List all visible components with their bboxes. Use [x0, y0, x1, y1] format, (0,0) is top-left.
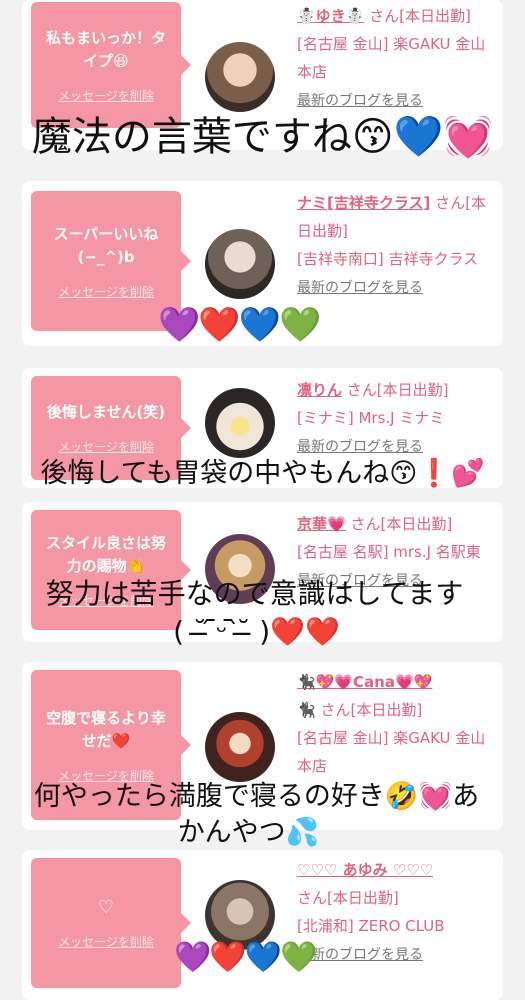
cast-name-link[interactable]: 凛りん	[297, 381, 342, 399]
cast-info: ♡♡♡ あゆみ ♡♡♡ さん[本日出勤] [北浦和] ZERO CLUB 最新の…	[297, 856, 497, 969]
blog-link[interactable]: 最新のブログを見る	[297, 947, 423, 963]
hearts-overlay: 💜❤️💙💚	[158, 305, 321, 345]
cast-info: ナミ[吉祥寺クラス] さん[本日出勤] [吉祥寺南口] 吉祥寺クラス 最新のブロ…	[297, 189, 497, 302]
message-text: 空腹で寝るより幸せだ❤️	[46, 708, 166, 750]
shop-name[interactable]: [名古屋 金山] 楽GAKU 金山本店	[297, 729, 485, 775]
shop-name[interactable]: [名古屋 金山] 楽GAKU 金山本店	[297, 35, 485, 81]
message-text: スタイル良さは努力の賜物👏	[45, 533, 166, 575]
caption-overlay: かんやつ💦	[177, 817, 320, 848]
delete-message-link[interactable]: メッセージを削除	[58, 87, 154, 104]
avatar[interactable]	[205, 712, 275, 782]
cast-name-suffix: 🐈‍⬛	[297, 701, 316, 719]
shop-name[interactable]: [北浦和] ZERO CLUB	[297, 917, 445, 935]
cast-status: さん[本日出勤]	[346, 381, 449, 399]
hearts-overlay: 💜❤️💙💚	[174, 940, 317, 975]
cast-status: さん[本日出勤]	[350, 515, 453, 533]
blog-link[interactable]: 最新のブログを見る	[297, 93, 423, 109]
avatar[interactable]	[205, 388, 275, 458]
message-text: 私もまいっか！タイプ😆	[45, 28, 166, 70]
cast-name-link[interactable]: 🐈‍⬛💖💗Cana💗💖	[297, 673, 432, 691]
delete-message-link[interactable]: メッセージを削除	[58, 933, 154, 950]
cast-status: さん[本日出勤]	[320, 701, 423, 719]
avatar[interactable]	[205, 229, 275, 299]
cast-name-link[interactable]: ナミ[吉祥寺クラス]	[297, 194, 430, 212]
cast-status: さん[本日出勤]	[369, 7, 471, 25]
caption-overlay: 努力は苦手なので意識はしてます	[45, 577, 464, 610]
delete-message-link[interactable]: メッセージを削除	[58, 283, 154, 300]
cast-info: ☃️ゆき☃️ さん[本日出勤] [名古屋 金山] 楽GAKU 金山本店 最新のブ…	[297, 2, 497, 115]
message-text: 後悔しません(笑)	[46, 403, 166, 421]
cast-name-link[interactable]: 京華💗	[297, 515, 346, 533]
blog-link[interactable]: 最新のブログを見る	[297, 439, 423, 455]
cast-info: 凛りん さん[本日出勤] [ミナミ] Mrs.J ミナミ 最新のブログを見る	[297, 376, 497, 461]
cast-info: 🐈‍⬛💖💗Cana💗💖 🐈‍⬛ さん[本日出勤] [名古屋 金山] 楽GAKU …	[297, 668, 497, 780]
cast-name-link[interactable]: ♡♡♡ あゆみ ♡♡♡	[297, 861, 433, 879]
cast-status: さん[本日出勤]	[297, 889, 399, 907]
blog-link[interactable]: 最新のブログを見る	[297, 280, 423, 296]
delete-message-link[interactable]: メッセージを削除	[58, 438, 154, 455]
shop-name[interactable]: [ミナミ] Mrs.J ミナミ	[297, 409, 444, 427]
avatar[interactable]	[205, 42, 275, 112]
cast-name-link[interactable]: ☃️ゆき☃️	[297, 7, 364, 25]
caption-overlay: 何やったら満腹で寝るの好き🤣💓あ	[33, 781, 480, 812]
message-text: スーパーいいね (−_^)b	[53, 224, 159, 266]
caption-overlay: 魔法の言葉ですね😙💙💓	[31, 114, 494, 160]
caption-overlay: ( ˘̶ ᷇ᵕ ᷆˘̶ )❤️❤️	[173, 615, 340, 648]
caption-overlay: 後悔しても胃袋の中やもんね😙❗️💕	[40, 458, 485, 489]
message-text: ♡	[97, 897, 115, 918]
message-bubble: 私もまいっか！タイプ😆 メッセージを削除	[31, 2, 191, 128]
shop-name[interactable]: [名古屋 名駅] mrs.J 名駅東	[297, 543, 481, 561]
message-bubble: ♡ メッセージを削除	[31, 858, 191, 988]
shop-name[interactable]: [吉祥寺南口] 吉祥寺クラス	[297, 250, 478, 268]
